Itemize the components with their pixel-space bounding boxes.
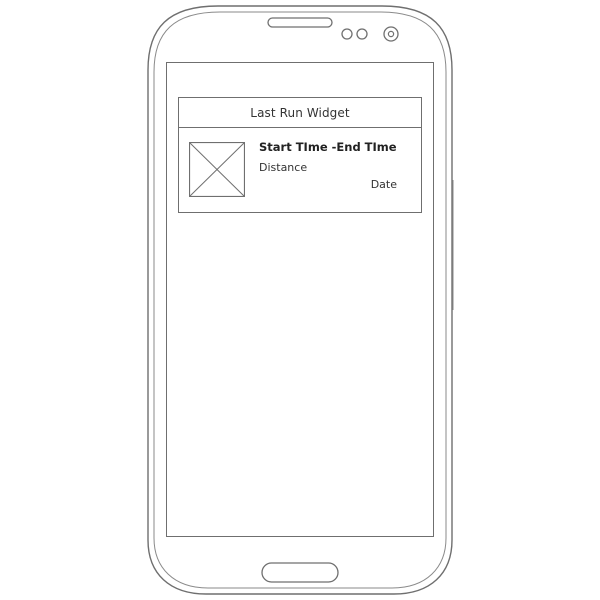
front-camera-lens — [387, 30, 395, 38]
sensor-dot-icon — [356, 28, 368, 40]
run-time-range: Start TIme -End TIme — [259, 140, 397, 154]
widget-title: Last Run Widget — [179, 98, 421, 128]
phone-screen: Last Run Widget Start TIme -End TIme Dis… — [166, 62, 434, 537]
speaker-icon — [267, 17, 333, 28]
sensor-dot-icon — [341, 28, 353, 40]
run-date-label: Date — [370, 178, 397, 191]
front-camera-icon — [383, 26, 399, 42]
last-run-widget[interactable]: Last Run Widget Start TIme -End TIme Dis… — [178, 97, 422, 213]
run-distance-label: Distance — [259, 161, 308, 174]
widget-body: Start TIme -End TIme Distance Date — [179, 128, 421, 212]
image-placeholder-icon — [189, 142, 245, 197]
home-button-icon[interactable] — [261, 562, 339, 583]
phone-device: Last Run Widget Start TIme -End TIme Dis… — [0, 0, 600, 600]
